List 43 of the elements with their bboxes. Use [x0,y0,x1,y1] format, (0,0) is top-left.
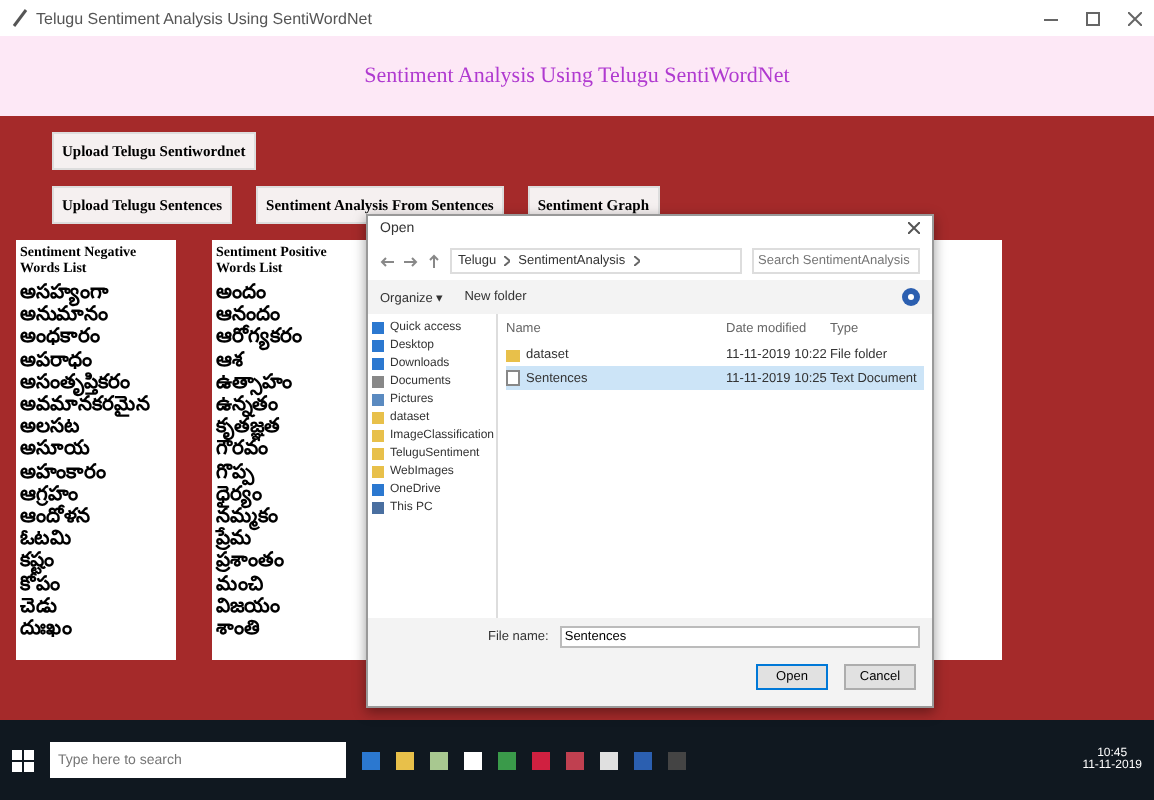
forward-icon[interactable] [404,255,418,267]
telugu-word: అలసట [20,416,80,439]
telugu-word: ఉత్సాహం [216,371,294,395]
telugu-word: ధైర్యం [216,483,262,507]
telugu-word: ఆశ [216,349,245,372]
chevron-icon [504,256,511,266]
telugu-word: ఓటమి [20,528,74,551]
telugu-word: కోపం [20,573,62,596]
telugu-word: కృతజ్ఞత [216,416,282,439]
telugu-word: గౌరవం [216,438,268,462]
telugu-word: ఉన్నతం [216,394,278,417]
chevron-icon [633,256,640,266]
telugu-word: విజయం [216,595,282,619]
telugu-word: నమ్మకం [216,506,280,529]
telugu-word: ప్రేమ [216,528,252,551]
telugu-word: అసంతృప్తికరం [20,371,130,395]
telugu-word: ఆగ్రహం [20,483,78,506]
telugu-word: దుఃఖం [20,618,74,641]
telugu-word: అసూయ [20,438,92,462]
start-icon[interactable] [12,749,34,771]
telugu-word: చెడు [20,595,59,619]
app-heading: Sentiment Analysis Using Telugu SentiWordNet [364,64,790,88]
telugu-word: అంధకారం [20,326,102,350]
telugu-word: కష్టం [20,550,54,574]
close-icon[interactable] [908,222,920,234]
telugu-word: మంచి [216,573,266,596]
telugu-word: అనుమానం [20,304,108,327]
telugu-word: ఆందోళన [20,506,92,529]
maximize-icon[interactable] [1086,11,1100,25]
telugu-word: అపరాధం [20,349,94,372]
telugu-word: అందం [216,282,268,305]
telugu-word: ఆరోగ్యకరం [216,326,304,350]
telugu-word: గొప్ప [216,461,255,484]
up-icon[interactable] [428,254,440,268]
close-icon[interactable] [1128,11,1142,25]
telugu-word: అవమానకరమైన [20,394,152,417]
telugu-word: ఆనందం [216,304,280,327]
back-icon[interactable] [380,255,394,267]
telugu-word: అసహ్యంగా [20,282,111,305]
telugu-word: అహంకారం [20,461,108,484]
window-title: Telugu Sentiment Analysis Using SentiWordNet [36,9,374,27]
telugu-word: ప్రశాంతం [216,550,286,574]
telugu-word: శాంతి [216,618,262,641]
